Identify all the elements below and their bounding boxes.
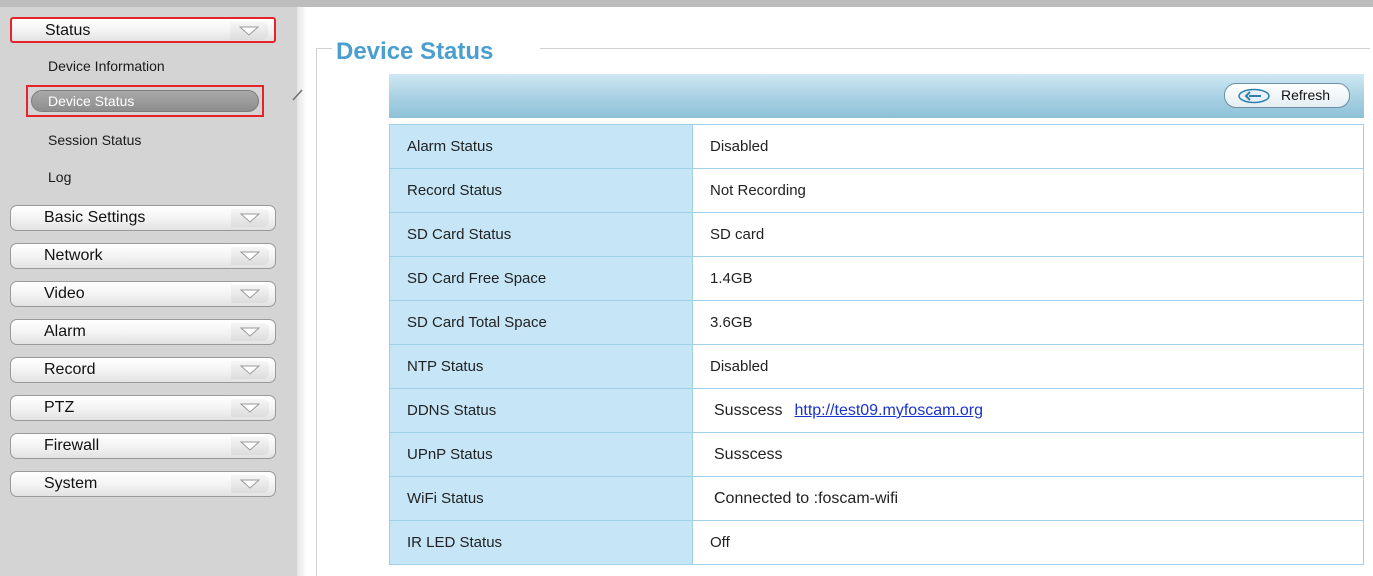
refresh-button[interactable]: Refresh — [1224, 83, 1350, 108]
ddns-link[interactable]: http://test09.myfoscam.org — [794, 402, 983, 419]
menu-status-label: Status — [45, 22, 91, 39]
row-value: SD card — [692, 212, 1364, 257]
row-value: Disabled — [692, 124, 1364, 169]
menu-video[interactable]: Video — [10, 281, 276, 307]
table-row: SD Card Free Space 1.4GB — [389, 256, 1364, 301]
row-value: Connected to :foscam-wifi — [692, 476, 1364, 521]
chevron-down-icon — [231, 399, 269, 417]
chevron-down-icon — [231, 437, 269, 455]
menu-label: Video — [44, 285, 85, 302]
menu-system[interactable]: System — [10, 471, 276, 497]
menu-label: System — [44, 475, 98, 492]
table-row: NTP Status Disabled — [389, 344, 1364, 389]
row-label: Record Status — [389, 168, 693, 213]
fieldset-border — [540, 48, 1370, 49]
row-value: Susscess — [692, 432, 1364, 477]
table-row: Alarm Status Disabled — [389, 124, 1364, 169]
row-value: Off — [692, 520, 1364, 565]
sidebar-item-device-information[interactable]: Device Information — [48, 58, 165, 74]
row-value: Disabled — [692, 344, 1364, 389]
menu-label: Record — [44, 361, 96, 378]
table-row: WiFi Status Connected to :foscam-wifi — [389, 476, 1364, 521]
sidebar-item-label: Device Status — [48, 93, 135, 109]
chevron-down-icon — [230, 22, 268, 40]
row-label: SD Card Status — [389, 212, 693, 257]
menu-status[interactable]: Status — [10, 17, 276, 43]
table-row: Record Status Not Recording — [389, 168, 1364, 213]
sidebar: Status Device Information Device Status … — [0, 7, 297, 576]
row-label: NTP Status — [389, 344, 693, 389]
chevron-down-icon — [231, 285, 269, 303]
row-label: SD Card Total Space — [389, 300, 693, 345]
ddns-status-text: Susscess — [714, 401, 783, 419]
device-status-table: Alarm Status Disabled Record Status Not … — [389, 124, 1364, 565]
page-title: Device Status — [332, 38, 498, 66]
row-label: SD Card Free Space — [389, 256, 693, 301]
chevron-down-icon — [231, 209, 269, 227]
menu-firewall[interactable]: Firewall — [10, 433, 276, 459]
fieldset-border — [316, 48, 317, 576]
menu-label: Network — [44, 247, 103, 264]
row-value: 3.6GB — [692, 300, 1364, 345]
sidebar-item-log[interactable]: Log — [48, 169, 71, 185]
sidebar-item-device-status[interactable]: Device Status — [26, 85, 264, 117]
menu-alarm[interactable]: Alarm — [10, 319, 276, 345]
table-row: UPnP Status Susscess — [389, 432, 1364, 477]
chevron-down-icon — [231, 323, 269, 341]
row-value: Susscess http://test09.myfoscam.org — [692, 388, 1364, 433]
menu-label: Basic Settings — [44, 209, 146, 226]
selected-pill: Device Status — [31, 90, 259, 112]
chevron-down-icon — [231, 361, 269, 379]
table-toolbar: Refresh — [389, 74, 1364, 118]
row-label: IR LED Status — [389, 520, 693, 565]
row-label: Alarm Status — [389, 124, 693, 169]
row-value: Not Recording — [692, 168, 1364, 213]
fieldset-border — [316, 48, 332, 49]
refresh-icon — [1238, 88, 1270, 104]
row-label: DDNS Status — [389, 388, 693, 433]
row-label: UPnP Status — [389, 432, 693, 477]
table-row: SD Card Status SD card — [389, 212, 1364, 257]
menu-ptz[interactable]: PTZ — [10, 395, 276, 421]
table-row: SD Card Total Space 3.6GB — [389, 300, 1364, 345]
menu-record[interactable]: Record — [10, 357, 276, 383]
sidebar-item-session-status[interactable]: Session Status — [48, 132, 141, 148]
row-value: 1.4GB — [692, 256, 1364, 301]
menu-label: PTZ — [44, 399, 75, 416]
refresh-label: Refresh — [1281, 87, 1331, 103]
menu-label: Firewall — [44, 437, 100, 454]
menu-network[interactable]: Network — [10, 243, 276, 269]
table-row: DDNS Status Susscess http://test09.myfosc… — [389, 388, 1364, 433]
selection-pointer-icon — [292, 89, 303, 101]
top-bar — [0, 0, 1373, 7]
chevron-down-icon — [231, 247, 269, 265]
row-label: WiFi Status — [389, 476, 693, 521]
menu-label: Alarm — [44, 323, 86, 340]
menu-basic-settings[interactable]: Basic Settings — [10, 205, 276, 231]
table-row: IR LED Status Off — [389, 520, 1364, 565]
chevron-down-icon — [231, 475, 269, 493]
